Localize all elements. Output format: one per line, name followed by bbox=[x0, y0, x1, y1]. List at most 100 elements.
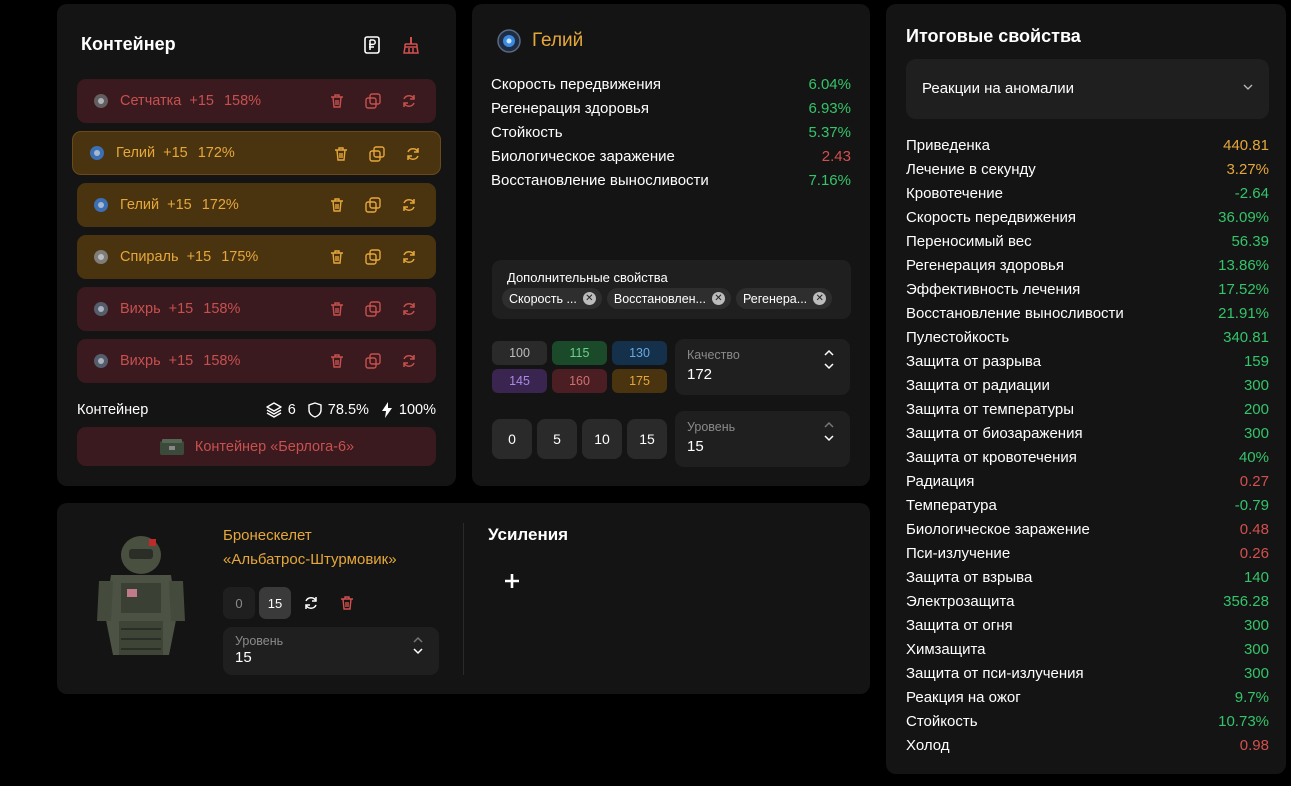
copy-icon[interactable] bbox=[364, 92, 382, 110]
trash-icon[interactable] bbox=[328, 300, 346, 318]
trash-icon[interactable] bbox=[328, 196, 346, 214]
summary-stat-label: Скорость передвижения bbox=[906, 208, 1077, 226]
summary-filter-select[interactable]: Реакции на аномалии bbox=[906, 59, 1269, 119]
plus-icon[interactable] bbox=[500, 569, 524, 593]
summary-stat-label: Защита от пси-излучения bbox=[906, 664, 1084, 682]
armor-level-0-button[interactable]: 0 bbox=[223, 587, 255, 619]
artifact-row[interactable]: Вихрь +15 158% bbox=[77, 287, 436, 331]
summary-stat-value: -0.79 bbox=[1234, 496, 1269, 514]
protection-value: 78.5% bbox=[327, 402, 369, 418]
summary-stat-row: Пулестойкость 340.81 bbox=[906, 325, 1269, 349]
refresh-icon[interactable] bbox=[400, 300, 418, 318]
summary-stats: Приведенка 440.81 Лечение в секунду 3.27%… bbox=[906, 133, 1269, 757]
copy-icon[interactable] bbox=[364, 300, 382, 318]
trash-icon[interactable] bbox=[332, 145, 350, 163]
artifact-stat-value: 6.04% bbox=[808, 75, 851, 93]
quality-value: 172 bbox=[687, 366, 713, 383]
summary-stat-label: Электрозащита bbox=[906, 592, 1015, 610]
summary-stat-label: Радиация bbox=[906, 472, 975, 490]
close-icon[interactable]: ✕ bbox=[711, 292, 725, 305]
chevron-down-icon[interactable] bbox=[824, 363, 834, 370]
artifact-row-name: Гелий bbox=[116, 145, 156, 161]
quality-preset-button[interactable]: 130 bbox=[612, 341, 667, 365]
broom-icon[interactable] bbox=[400, 34, 422, 56]
artifact-row-level: +15 bbox=[189, 93, 214, 109]
summary-stat-row: Защита от радиации 300 bbox=[906, 373, 1269, 397]
extra-property-chip[interactable]: Регенера... ✕ bbox=[735, 288, 833, 309]
artifact-row[interactable]: Вихрь +15 158% bbox=[77, 339, 436, 383]
chevron-down-icon[interactable] bbox=[413, 648, 423, 655]
chip-label: Восстановлен... bbox=[613, 291, 706, 306]
copy-icon[interactable] bbox=[368, 145, 386, 163]
summary-stat-value: 36.09% bbox=[1218, 208, 1269, 226]
quality-preset-button[interactable]: 175 bbox=[612, 369, 667, 393]
ruble-doc-icon[interactable] bbox=[361, 34, 383, 56]
refresh-icon[interactable] bbox=[400, 248, 418, 266]
summary-stat-value: 200 bbox=[1243, 400, 1269, 418]
artifact-row-name: Сетчатка bbox=[120, 93, 182, 109]
summary-stat-row: Защита от кровотечения 40% bbox=[906, 445, 1269, 469]
summary-stat-row: Восстановление выносливости 21.91% bbox=[906, 301, 1269, 325]
chevron-up-icon[interactable] bbox=[824, 349, 834, 356]
refresh-icon[interactable] bbox=[400, 352, 418, 370]
summary-stat-row: Защита от пси-излучения 300 bbox=[906, 661, 1269, 685]
energy-value: 100% bbox=[398, 402, 436, 418]
armor-level-select[interactable]: Уровень 15 bbox=[223, 627, 439, 675]
summary-stat-label: Защита от кровотечения bbox=[906, 448, 1077, 466]
quality-preset-button[interactable]: 100 bbox=[492, 341, 547, 365]
chevron-up-icon[interactable] bbox=[824, 421, 834, 428]
level-preset-button[interactable]: 0 bbox=[492, 419, 532, 459]
artifact-stat-value: 2.43 bbox=[821, 147, 851, 165]
artifact-row[interactable]: Гелий +15 172% bbox=[77, 183, 436, 227]
summary-stat-row: Эффективность лечения 17.52% bbox=[906, 277, 1269, 301]
armor-level-15-button[interactable]: 15 bbox=[259, 587, 291, 619]
quality-preset-button[interactable]: 115 bbox=[552, 341, 607, 365]
summary-stat-value: 300 bbox=[1243, 640, 1269, 658]
summary-stat-label: Защита от радиации bbox=[906, 376, 1050, 394]
level-preset-button[interactable]: 5 bbox=[537, 419, 577, 459]
refresh-icon[interactable] bbox=[400, 196, 418, 214]
copy-icon[interactable] bbox=[364, 196, 382, 214]
container-title: Контейнер bbox=[81, 34, 176, 54]
extra-property-chip[interactable]: Восстановлен... ✕ bbox=[606, 288, 731, 309]
summary-stat-row: Температура -0.79 bbox=[906, 493, 1269, 517]
quality-presets: 100 115 130 145 160 175 bbox=[492, 341, 667, 393]
chevron-down-icon[interactable] bbox=[824, 435, 834, 442]
summary-stat-label: Защита от взрыва bbox=[906, 568, 1033, 586]
artifact-thumb-icon bbox=[91, 351, 111, 371]
extra-property-chip[interactable]: Скорость ... ✕ bbox=[502, 288, 602, 309]
artifact-row-name: Гелий bbox=[120, 197, 160, 213]
artifact-row[interactable]: Сетчатка +15 158% bbox=[77, 79, 436, 123]
quality-preset-button[interactable]: 145 bbox=[492, 369, 547, 393]
copy-icon[interactable] bbox=[364, 248, 382, 266]
container-picker-button[interactable]: Контейнер «Берлога-6» bbox=[77, 427, 436, 466]
trash-icon[interactable] bbox=[328, 352, 346, 370]
artifact-row-quality: 158% bbox=[203, 301, 241, 317]
copy-icon[interactable] bbox=[364, 352, 382, 370]
chip-label: Скорость ... bbox=[509, 291, 577, 306]
refresh-icon[interactable] bbox=[400, 92, 418, 110]
refresh-icon[interactable] bbox=[404, 145, 422, 163]
refresh-icon[interactable] bbox=[295, 587, 327, 619]
slots-stat: 6 bbox=[266, 402, 296, 418]
trash-icon[interactable] bbox=[328, 92, 346, 110]
quality-preset-button[interactable]: 160 bbox=[552, 369, 607, 393]
level-preset-button[interactable]: 10 bbox=[582, 419, 622, 459]
level-preset-button[interactable]: 15 bbox=[627, 419, 667, 459]
level-select[interactable]: Уровень 15 bbox=[675, 411, 850, 467]
layers-icon bbox=[266, 402, 282, 418]
close-icon[interactable]: ✕ bbox=[813, 292, 827, 305]
artifact-row-level: +15 bbox=[168, 301, 194, 317]
close-icon[interactable]: ✕ bbox=[582, 292, 596, 305]
artifact-row-quality: 175% bbox=[221, 249, 259, 265]
artifact-row[interactable]: Гелий +15 172% bbox=[72, 131, 441, 175]
summary-stat-value: 13.86% bbox=[1218, 256, 1269, 274]
summary-stat-label: Защита от температуры bbox=[906, 400, 1075, 418]
artifact-row[interactable]: Спираль +15 175% bbox=[77, 235, 436, 279]
chevron-up-icon[interactable] bbox=[413, 636, 423, 643]
summary-stat-value: 9.7% bbox=[1234, 688, 1269, 706]
trash-icon[interactable] bbox=[328, 248, 346, 266]
trash-icon[interactable] bbox=[331, 587, 363, 619]
quality-select[interactable]: Качество 172 bbox=[675, 339, 850, 395]
summary-stat-value: 440.81 bbox=[1223, 136, 1269, 154]
